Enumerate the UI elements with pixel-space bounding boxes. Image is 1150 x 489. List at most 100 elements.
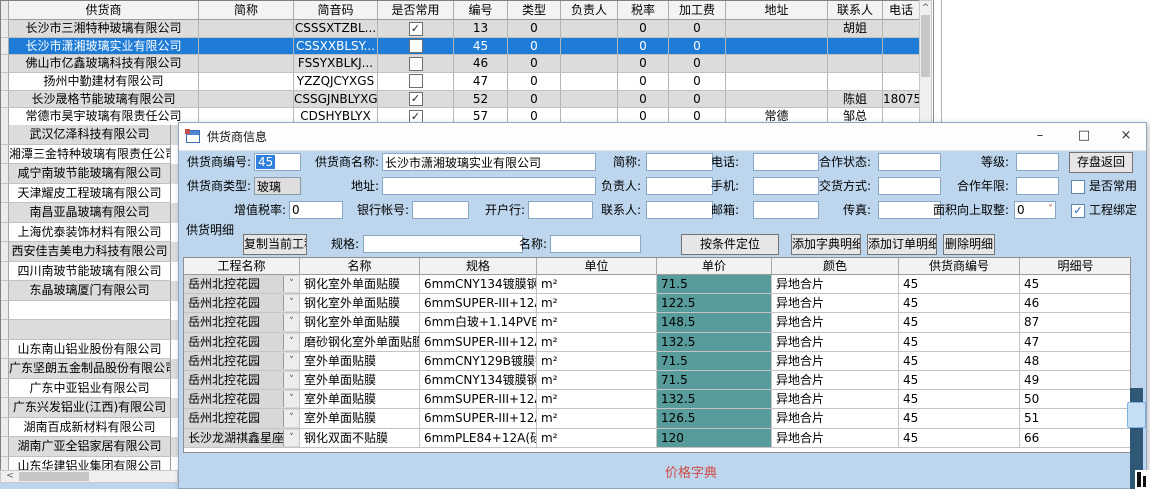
column-header-detail-no[interactable]: 明细号 [1020, 258, 1131, 275]
row-header-cell[interactable] [1, 91, 9, 109]
cell-supplier-name[interactable]: 广东中亚铝业有限公司 [9, 379, 171, 399]
row-header-cell[interactable] [1, 242, 9, 262]
project-bind-checkbox-row[interactable]: ✓工程绑定 [1071, 203, 1137, 219]
supplier-row[interactable]: 上海优泰装饰材料有限公司 [1, 223, 178, 243]
chevron-down-icon[interactable]: ˅ [283, 372, 299, 388]
cell-contact[interactable]: 陈姐 [828, 91, 883, 109]
detail-row[interactable]: 岳州北控花园˅ 室外单面贴膜 6mmSUPER-III+12A(硅... m² … [184, 409, 1130, 428]
delivery-method-field[interactable] [878, 177, 941, 195]
cell-address[interactable] [726, 91, 828, 109]
price-cell[interactable]: 71.5 [657, 371, 772, 390]
detail-row[interactable]: 岳州北控花园˅ 室外单面贴膜 6mmSUPER-III+12A(硅... m² … [184, 390, 1130, 409]
supplier-row[interactable]: 咸宁南玻节能玻璃有限公司 [1, 164, 178, 184]
price-cell[interactable]: 71.5 [657, 352, 772, 371]
supplier-row[interactable]: 湖南百成新材料有限公司 [1, 418, 178, 438]
row-header-cell[interactable] [1, 108, 9, 126]
cell-abbr[interactable] [199, 38, 294, 56]
horizontal-scrollbar[interactable]: < [0, 470, 178, 483]
cell-manager[interactable] [561, 38, 618, 56]
detail-row[interactable]: 岳州北控花园˅ 钢化室外单面贴膜 6mm白玻+1.14PVB+6mm... m²… [184, 313, 1130, 332]
cell-common[interactable]: ✓ [378, 20, 454, 38]
cell-supplier-name[interactable]: 常德市昊宇玻璃有限责任公司 [9, 108, 199, 126]
project-combobox[interactable]: 长沙龙湖祺鑫星座˅ [184, 429, 300, 448]
price-cell[interactable]: 122.5 [657, 294, 772, 313]
cell-address[interactable] [726, 20, 828, 38]
cell-detail-no[interactable]: 50 [1020, 390, 1131, 409]
column-header-phone[interactable]: 电话 [883, 1, 920, 20]
chevron-down-icon[interactable]: ˅ [283, 276, 299, 292]
cell-phone[interactable]: 180751 [883, 91, 920, 109]
column-header-spec[interactable]: 规格 [420, 258, 537, 275]
supplier-name-field[interactable] [382, 153, 596, 171]
price-cell[interactable]: 126.5 [657, 409, 772, 428]
column-header-fee[interactable]: 加工费 [669, 1, 726, 20]
cell-spec[interactable]: 6mmSUPER-III+12A(硅... [420, 333, 537, 352]
spec-filter-field[interactable] [363, 235, 523, 253]
project-combobox[interactable]: 岳州北控花园˅ [184, 390, 300, 409]
often-used-checkbox[interactable]: ✓ [1071, 180, 1085, 194]
cell-supplier-no[interactable]: 45 [899, 429, 1020, 448]
cell-supplier-name[interactable]: 扬州中勤建材有限公司 [9, 73, 199, 91]
chevron-down-icon[interactable]: ˅ [283, 295, 299, 311]
column-header-color[interactable]: 颜色 [772, 258, 899, 275]
cell-unit[interactable]: m² [537, 352, 657, 371]
cell-common[interactable]: ✓ [378, 73, 454, 91]
row-header-cell[interactable] [1, 320, 9, 340]
cell-supplier-name[interactable]: 天津耀皮工程玻璃有限公司 [9, 184, 171, 204]
often-used-checkbox-row[interactable]: ✓是否常用 [1071, 179, 1137, 195]
cell-address[interactable] [726, 38, 828, 56]
cell-address[interactable] [726, 73, 828, 91]
cell-supplier-name[interactable]: 长沙晟格节能玻璃有限公司 [9, 91, 199, 109]
cell-supplier-name[interactable]: 南昌亚晶玻璃有限公司 [9, 203, 171, 223]
cell-code[interactable]: FSSYXBLKJ... [294, 55, 378, 73]
column-header-tax[interactable]: 税率 [618, 1, 669, 20]
cell-phone[interactable] [883, 38, 920, 56]
cell-supplier-no[interactable]: 45 [899, 390, 1020, 409]
scroll-up-icon[interactable]: ^ [920, 1, 931, 15]
detail-row[interactable]: 岳州北控花园˅ 磨砂钢化室外单面贴膜 6mmSUPER-III+12A(硅...… [184, 333, 1130, 352]
price-cell[interactable]: 132.5 [657, 390, 772, 409]
project-combobox[interactable]: 岳州北控花园˅ [184, 275, 300, 294]
cell-supplier-name[interactable]: 山东华建铝业集团有限公司 [9, 457, 171, 471]
common-checkbox[interactable]: ✓ [409, 57, 423, 71]
cell-address[interactable] [726, 55, 828, 73]
chevron-down-icon[interactable]: ˅ [283, 353, 299, 369]
vat-rate-field[interactable] [289, 201, 343, 219]
supplier-row[interactable]: 长沙市潇湘玻璃实业有限公司 CSSXXBLSY... ✓ 45 0 0 0 [1, 38, 919, 56]
cell-manager[interactable] [561, 55, 618, 73]
cell-name[interactable]: 磨砂钢化室外单面贴膜 [300, 333, 420, 352]
cell-name[interactable]: 室外单面贴膜 [300, 390, 420, 409]
cell-name[interactable]: 室外单面贴膜 [300, 409, 420, 428]
detail-row[interactable]: 岳州北控花园˅ 室外单面贴膜 6mmCNY129B镀膜钢化 m² 71.5 异地… [184, 352, 1130, 371]
project-combobox[interactable]: 岳州北控花园˅ [184, 313, 300, 332]
cell-spec[interactable]: 6mmCNY134镀膜钢化 [420, 371, 537, 390]
cell-contact[interactable] [828, 73, 883, 91]
supplier-row[interactable]: 山东南山铝业股份有限公司 [1, 340, 178, 360]
price-cell[interactable]: 120 [657, 429, 772, 448]
cell-tax[interactable]: 0 [618, 73, 669, 91]
supplier-row[interactable]: 扬州中勤建材有限公司 YZZQJCYXGS ✓ 47 0 0 0 [1, 73, 919, 91]
cell-fee[interactable]: 0 [669, 55, 726, 73]
maximize-button[interactable]: □ [1063, 123, 1105, 151]
cell-name[interactable]: 钢化双面不贴膜 [300, 429, 420, 448]
column-header-unit[interactable]: 单位 [537, 258, 657, 275]
cell-supplier-no[interactable]: 45 [899, 333, 1020, 352]
scrollbar-thumb[interactable] [921, 15, 930, 77]
cell-spec[interactable]: 6mmSUPER-III+12A(硅... [420, 294, 537, 313]
cell-abbr[interactable] [199, 55, 294, 73]
cell-unit[interactable]: m² [537, 429, 657, 448]
cell-detail-no[interactable]: 47 [1020, 333, 1131, 352]
dialog-titlebar[interactable]: 供货商信息 – □ × [179, 123, 1146, 151]
cell-name[interactable]: 钢化室外单面贴膜 [300, 275, 420, 294]
cell-common[interactable]: ✓ [378, 91, 454, 109]
cell-supplier-name[interactable] [9, 320, 171, 340]
row-header-cell[interactable] [1, 379, 9, 399]
cell-detail-no[interactable]: 87 [1020, 313, 1131, 332]
project-bind-checkbox[interactable]: ✓ [1071, 204, 1085, 218]
row-header-cell[interactable] [1, 398, 9, 418]
project-combobox[interactable]: 岳州北控花园˅ [184, 333, 300, 352]
cell-name[interactable]: 室外单面贴膜 [300, 371, 420, 390]
cell-supplier-name[interactable]: 长沙市潇湘玻璃实业有限公司 [9, 38, 199, 56]
delete-detail-button[interactable]: 删除明细 [943, 234, 995, 255]
project-combobox[interactable]: 岳州北控花园˅ [184, 352, 300, 371]
